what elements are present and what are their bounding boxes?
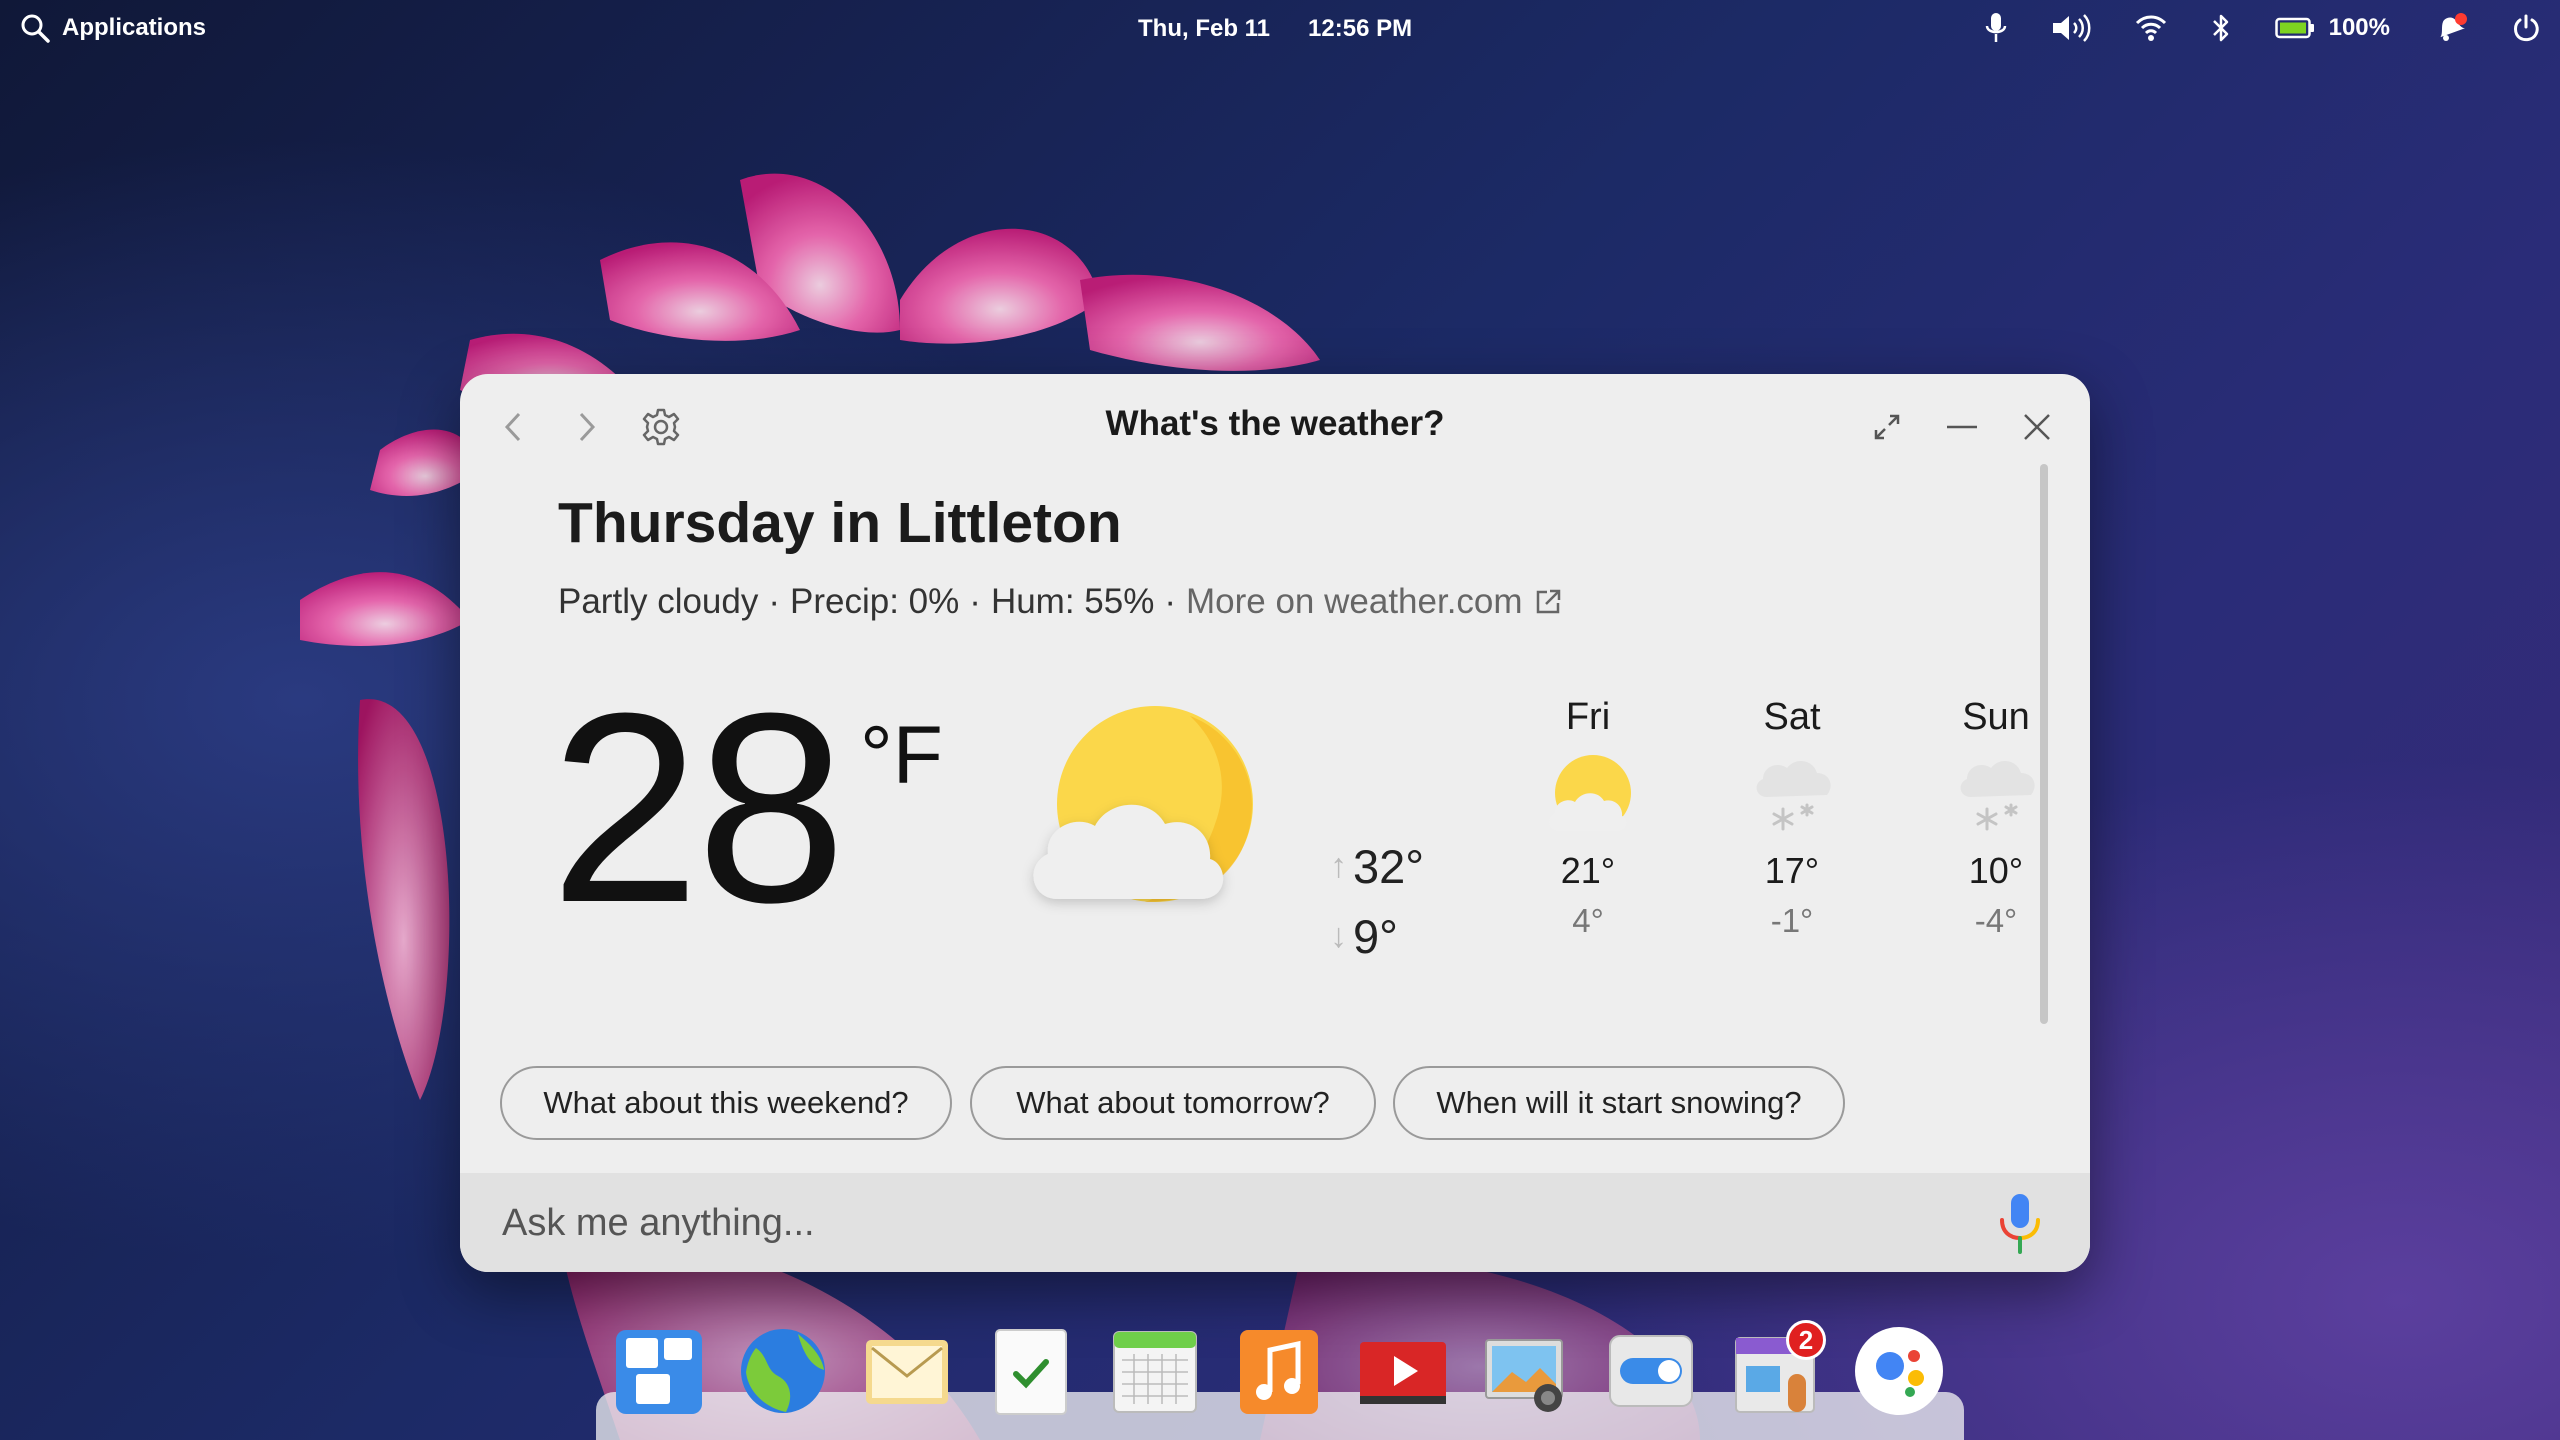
arrow-down-icon: ↓ xyxy=(1330,917,1347,955)
window-title: What's the weather? xyxy=(1105,404,1445,443)
multitasking-view-icon[interactable] xyxy=(614,1326,704,1416)
date-time-indicator[interactable]: Thu, Feb 11 12:56 PM xyxy=(1138,15,1412,43)
suggestion-chip-snowing[interactable]: When will it start snowing? xyxy=(1393,1066,1845,1140)
forecast-high: 21° xyxy=(1560,850,1616,891)
ask-input[interactable] xyxy=(502,1195,1902,1251)
forecast-day-name: Sun xyxy=(1962,696,2030,738)
assistant-icon[interactable] xyxy=(1854,1326,1944,1416)
window-header: What's the weather? xyxy=(460,374,2090,478)
external-link-icon xyxy=(1536,589,1560,614)
videos-icon[interactable] xyxy=(1358,1326,1448,1416)
indicator-area: 100% xyxy=(1985,12,2540,44)
battery-icon xyxy=(2274,17,2314,39)
applications-menu[interactable]: Applications xyxy=(20,13,206,43)
forecast-day-fri[interactable]: Fri 21° 4° xyxy=(1518,696,1658,940)
suggestion-chip-tomorrow[interactable]: What about tomorrow? xyxy=(970,1066,1376,1140)
power-icon[interactable] xyxy=(2512,14,2540,42)
weather-com-link[interactable]: More on weather.com xyxy=(1186,582,1561,622)
separator: · xyxy=(969,582,981,621)
forecast-low: -4° xyxy=(1974,902,2018,939)
voice-input-button[interactable] xyxy=(1990,1191,2050,1255)
volume-icon[interactable] xyxy=(2051,13,2091,43)
precip-text: Precip: 0% xyxy=(790,582,960,621)
forecast-day-name: Fri xyxy=(1565,696,1611,738)
snow-icon xyxy=(1756,760,1831,831)
notification-icon[interactable] xyxy=(2434,13,2468,43)
web-browser-icon[interactable] xyxy=(738,1326,828,1416)
close-icon xyxy=(2024,414,2050,440)
temperature-unit: °F xyxy=(860,710,943,801)
forecast-high: 10° xyxy=(1968,850,2024,891)
app-center-badge: 2 xyxy=(1786,1320,1826,1360)
forecast-low: -1° xyxy=(1770,902,1814,939)
bluetooth-icon[interactable] xyxy=(2211,13,2231,43)
app-center-button[interactable]: 2 xyxy=(1730,1320,1826,1416)
minimize-button[interactable] xyxy=(1941,406,1983,448)
search-icon xyxy=(21,14,50,43)
wifi-icon[interactable] xyxy=(2135,14,2167,42)
date-label: Thu, Feb 11 xyxy=(1138,15,1271,42)
today-high-value: 32° xyxy=(1353,840,1425,893)
today-low-value: 9° xyxy=(1353,910,1398,963)
music-icon[interactable] xyxy=(1234,1326,1324,1416)
suggestion-chip-weekend[interactable]: What about this weekend? xyxy=(500,1066,952,1140)
separator: · xyxy=(768,582,781,621)
arrow-up-icon: ↑ xyxy=(1330,847,1347,885)
top-panel: Applications Thu, Feb 11 12:56 PM 100% xyxy=(0,0,2560,58)
forecast-day-sun[interactable]: Sun 10° -4° xyxy=(1926,696,2066,940)
humidity-text: Hum: 55% xyxy=(990,582,1155,621)
assistant-window: What's the weather? Thursday in Littleto… xyxy=(460,374,2090,1272)
forecast-low: 4° xyxy=(1572,902,1604,939)
expand-icon xyxy=(1874,414,1900,440)
forecast-day-name: Sat xyxy=(1763,696,1821,738)
system-settings-icon[interactable] xyxy=(1606,1326,1696,1416)
minimize-icon xyxy=(1947,425,1977,429)
photos-icon[interactable] xyxy=(1482,1326,1572,1416)
weather-com-link-label: More on weather.com xyxy=(1186,582,1523,621)
battery-percent: 100% xyxy=(2328,14,2390,41)
calendar-icon[interactable] xyxy=(1110,1326,1200,1416)
weather-summary: Partly cloudy · Precip: 0% · Hum: 55% · … xyxy=(558,582,1561,622)
current-temperature: 28 xyxy=(550,658,846,959)
close-button[interactable] xyxy=(2016,406,2058,448)
expand-button[interactable] xyxy=(1866,406,1908,448)
snow-icon xyxy=(1960,760,2035,831)
condition-text: Partly cloudy xyxy=(558,582,759,621)
time-label: 12:56 PM xyxy=(1308,15,1413,42)
microphone-icon xyxy=(2000,1194,2040,1254)
partly-cloudy-icon xyxy=(1033,706,1253,902)
forecast-high: 17° xyxy=(1764,850,1820,891)
mail-icon[interactable] xyxy=(862,1326,952,1416)
separator: · xyxy=(1164,582,1176,621)
ask-bar xyxy=(460,1173,2090,1272)
battery-indicator[interactable]: 100% xyxy=(2274,14,2390,42)
tasks-icon[interactable] xyxy=(986,1326,1076,1416)
microphone-icon[interactable] xyxy=(1985,12,2007,44)
partly-cloudy-icon xyxy=(1549,755,1631,831)
today-low: ↓ 9° xyxy=(1330,909,1398,964)
today-high: ↑ 32° xyxy=(1330,839,1424,894)
applications-label: Applications xyxy=(62,14,207,41)
forecast-day-sat[interactable]: Sat 17° -1° xyxy=(1722,696,1862,940)
weather-place-heading: Thursday in Littleton xyxy=(558,491,1122,555)
